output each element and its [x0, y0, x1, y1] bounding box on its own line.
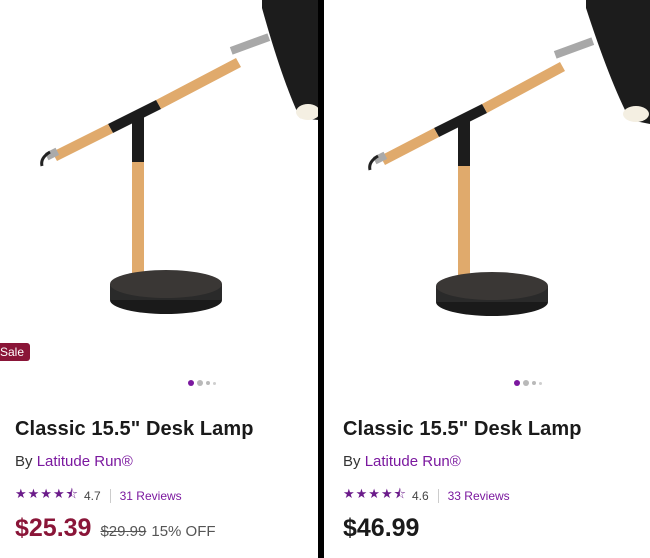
- carousel-dot[interactable]: [532, 381, 536, 385]
- product-title[interactable]: Classic 15.5" Desk Lamp: [343, 418, 582, 441]
- brand-link[interactable]: Latitude Run®: [365, 453, 461, 470]
- carousel-dot-active[interactable]: [188, 380, 194, 386]
- product-image[interactable]: [0, 0, 318, 330]
- carousel-dot[interactable]: [213, 381, 216, 385]
- rating-value: 4.7: [83, 489, 101, 503]
- by-prefix: By: [343, 453, 361, 470]
- divider: [109, 489, 111, 503]
- rating-row: ★★★★⯪ 4.7 31 Reviews: [15, 485, 182, 507]
- price-row: $46.99: [343, 514, 419, 543]
- product-card-1[interactable]: Sale Classic 15.5" Desk Lamp By Latitude…: [0, 0, 318, 558]
- star-rating-icon: ★★★★⯪: [343, 486, 407, 501]
- carousel-dot[interactable]: [197, 380, 203, 386]
- carousel-dot[interactable]: [206, 381, 210, 385]
- rating-row: ★★★★⯪ 4.6 33 Reviews: [343, 485, 510, 507]
- price: $46.99: [343, 514, 420, 542]
- product-brand-line: By Latitude Run®: [343, 453, 461, 470]
- carousel-dot[interactable]: [523, 380, 529, 386]
- carousel-dot[interactable]: [539, 381, 542, 385]
- original-price: $29.99: [100, 523, 147, 540]
- reviews-link[interactable]: 33 Reviews: [448, 489, 510, 503]
- reviews-link[interactable]: 31 Reviews: [120, 489, 182, 503]
- product-title[interactable]: Classic 15.5" Desk Lamp: [15, 418, 254, 441]
- product-card-2[interactable]: Classic 15.5" Desk Lamp By Latitude Run®…: [324, 0, 650, 558]
- star-rating-icon: ★★★★⯪: [15, 486, 79, 501]
- image-carousel-dots[interactable]: [188, 380, 216, 386]
- divider: [437, 489, 439, 503]
- rating-value: 4.6: [411, 489, 429, 503]
- by-prefix: By: [15, 453, 33, 470]
- sale-badge: Sale: [0, 343, 31, 361]
- sale-price: $25.39: [15, 514, 92, 542]
- image-carousel-dots[interactable]: [514, 380, 542, 386]
- product-brand-line: By Latitude Run®: [15, 453, 133, 470]
- brand-link[interactable]: Latitude Run®: [37, 453, 133, 470]
- product-image[interactable]: [324, 0, 650, 330]
- carousel-dot-active[interactable]: [514, 380, 520, 386]
- discount-label: 15% OFF: [151, 523, 216, 540]
- price-row: $25.39 $29.99 15% OFF: [15, 514, 216, 543]
